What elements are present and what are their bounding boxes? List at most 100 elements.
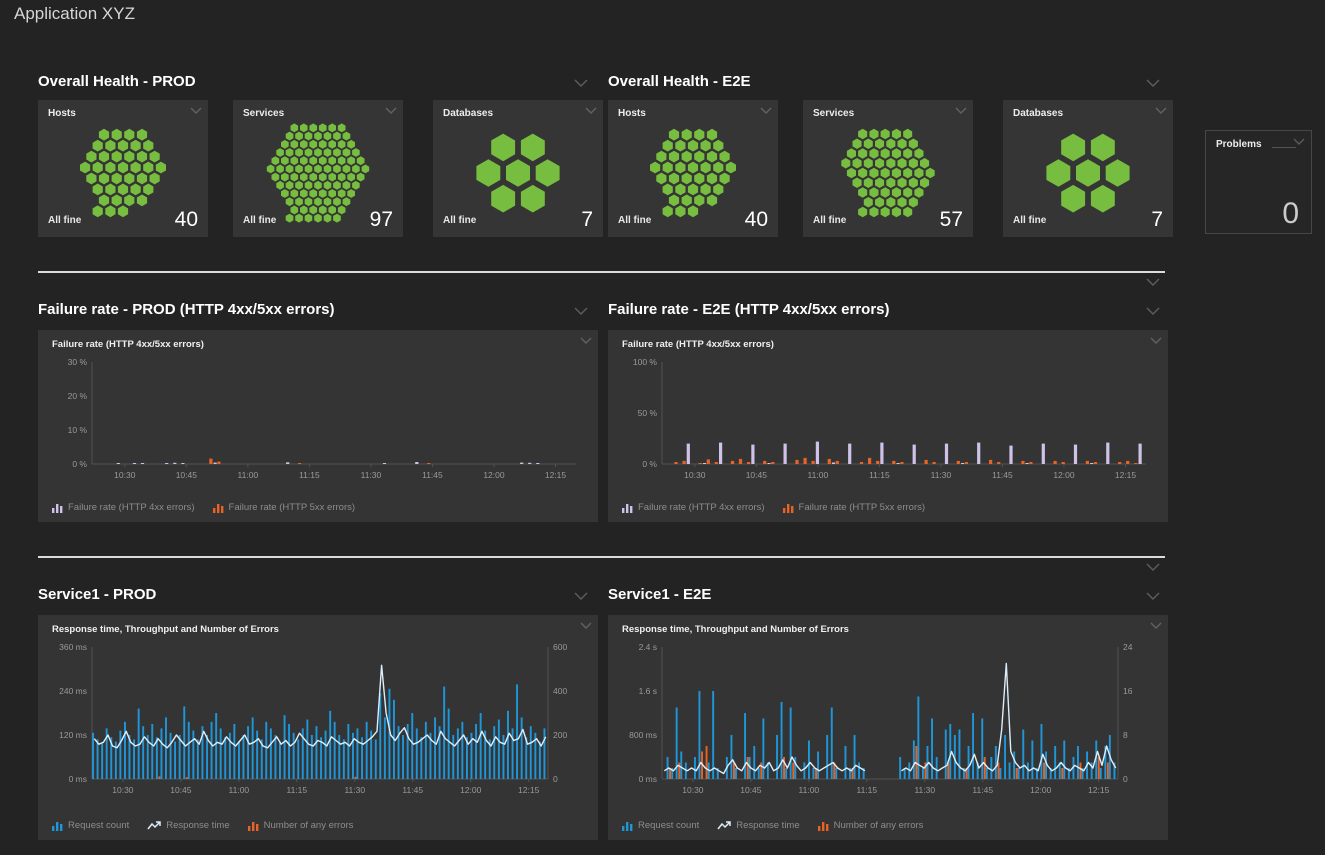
chevron-down-icon[interactable] xyxy=(1146,592,1160,600)
svg-text:600: 600 xyxy=(553,642,567,652)
dashboard: { "page": {"title": "Application XYZ"}, … xyxy=(0,0,1325,855)
legend-label: Request count xyxy=(638,820,699,831)
bar-chart-icon xyxy=(248,821,259,831)
svg-text:10:45: 10:45 xyxy=(176,470,198,480)
chevron-down-icon[interactable] xyxy=(580,337,592,344)
health-tile-hosts-prod[interactable]: Hosts All fine 40 xyxy=(38,100,208,237)
problems-tile[interactable]: Problems 0 xyxy=(1205,130,1312,234)
chevron-down-icon[interactable] xyxy=(1146,563,1160,571)
svg-text:12:00: 12:00 xyxy=(483,470,505,480)
svg-text:12:15: 12:15 xyxy=(1115,470,1137,480)
legend-label: Failure rate (HTTP 5xx errors) xyxy=(799,502,926,513)
line-chart-icon xyxy=(147,821,161,831)
chevron-down-icon[interactable] xyxy=(385,107,397,114)
status-badge: All fine xyxy=(443,215,476,226)
bar-chart-icon xyxy=(783,503,794,513)
svg-text:1.6 s: 1.6 s xyxy=(639,686,657,696)
svg-text:11:00: 11:00 xyxy=(799,785,820,795)
legend-item[interactable]: Response time xyxy=(717,820,799,831)
chevron-down-icon[interactable] xyxy=(1146,307,1160,315)
chart-legend: Request count Response time Number of any … xyxy=(52,820,353,831)
svg-text:10:45: 10:45 xyxy=(746,470,768,480)
chevron-down-icon[interactable] xyxy=(580,622,592,629)
chevron-down-icon[interactable] xyxy=(1150,622,1162,629)
bar-chart-icon xyxy=(622,503,633,513)
chart-tile-service1-e2e[interactable]: Response time, Throughput and Number of … xyxy=(608,615,1168,840)
svg-text:11:45: 11:45 xyxy=(992,470,1013,480)
section-title-health-prod: Overall Health - PROD xyxy=(38,73,196,90)
legend-item[interactable]: Failure rate (HTTP 4xx errors) xyxy=(52,502,195,513)
svg-text:0 ms: 0 ms xyxy=(639,774,657,784)
legend-item[interactable]: Response time xyxy=(147,820,229,831)
chevron-down-icon[interactable] xyxy=(1150,337,1162,344)
legend-item[interactable]: Request count xyxy=(622,820,699,831)
chart-legend: Request count Response time Number of any … xyxy=(622,820,923,831)
svg-text:400: 400 xyxy=(553,686,567,696)
svg-text:200: 200 xyxy=(553,730,567,740)
chevron-down-icon[interactable] xyxy=(574,592,588,600)
chevron-down-icon[interactable] xyxy=(1146,278,1160,286)
legend-label: Number of any errors xyxy=(264,820,354,831)
svg-text:10:45: 10:45 xyxy=(170,785,192,795)
legend-item[interactable]: Number of any errors xyxy=(818,820,924,831)
chevron-down-icon[interactable] xyxy=(1155,107,1167,114)
svg-text:10:30: 10:30 xyxy=(112,785,134,795)
svg-text:24: 24 xyxy=(1123,642,1133,652)
chart-tile-failure-e2e[interactable]: Failure rate (HTTP 4xx/5xx errors) 0 %50… xyxy=(608,330,1168,522)
svg-text:120 ms: 120 ms xyxy=(59,730,87,740)
chevron-down-icon[interactable] xyxy=(585,107,597,114)
chart-tile-service1-prod[interactable]: Response time, Throughput and Number of … xyxy=(38,615,598,840)
chevron-down-icon[interactable] xyxy=(574,79,588,87)
health-tile-services-e2e[interactable]: Services All fine 57 xyxy=(803,100,973,237)
svg-text:240 ms: 240 ms xyxy=(59,686,87,696)
status-badge: All fine xyxy=(813,215,846,226)
chart-tile-failure-prod[interactable]: Failure rate (HTTP 4xx/5xx errors) 0 %10… xyxy=(38,330,598,522)
chart-plot: 0 ms800 ms1.6 s2.4 s08162410:3010:4511:0… xyxy=(616,639,1160,820)
health-tile-services-prod[interactable]: Services All fine 97 xyxy=(233,100,403,237)
entity-count: 7 xyxy=(1151,208,1163,232)
chevron-down-icon[interactable] xyxy=(190,107,202,114)
svg-text:50 %: 50 % xyxy=(638,408,658,418)
status-badge: All fine xyxy=(1013,215,1046,226)
page-title: Application XYZ xyxy=(14,4,135,24)
legend-item[interactable]: Failure rate (HTTP 5xx errors) xyxy=(213,502,356,513)
chevron-down-icon[interactable] xyxy=(1293,138,1305,145)
section-divider xyxy=(38,556,1165,558)
svg-text:12:15: 12:15 xyxy=(518,785,540,795)
section-title-failure-e2e: Failure rate - E2E (HTTP 4xx/5xx errors) xyxy=(608,301,890,318)
svg-text:11:45: 11:45 xyxy=(422,470,443,480)
chevron-down-icon[interactable] xyxy=(955,107,967,114)
chart-canvas: 0 ms120 ms240 ms360 ms020040060010:3010:… xyxy=(46,639,590,815)
legend-item[interactable]: Failure rate (HTTP 4xx errors) xyxy=(622,502,765,513)
tile-title: Services xyxy=(243,108,284,119)
health-tile-databases-e2e[interactable]: Databases All fine 7 xyxy=(1003,100,1173,237)
svg-text:8: 8 xyxy=(1123,730,1128,740)
svg-text:11:30: 11:30 xyxy=(344,785,365,795)
svg-text:11:15: 11:15 xyxy=(856,785,877,795)
svg-text:12:00: 12:00 xyxy=(460,785,482,795)
health-tile-databases-prod[interactable]: Databases All fine 7 xyxy=(433,100,603,237)
svg-text:30 %: 30 % xyxy=(68,357,88,367)
chart-plot: 0 %50 %100 %10:3010:4511:0011:1511:3011:… xyxy=(616,354,1160,505)
legend-item[interactable]: Number of any errors xyxy=(248,820,354,831)
legend-item[interactable]: Request count xyxy=(52,820,129,831)
chevron-down-icon[interactable] xyxy=(760,107,772,114)
svg-text:10:30: 10:30 xyxy=(114,470,136,480)
svg-text:360 ms: 360 ms xyxy=(59,642,87,652)
svg-text:10:30: 10:30 xyxy=(682,785,704,795)
chevron-down-icon[interactable] xyxy=(1146,79,1160,87)
entity-count: 40 xyxy=(745,208,768,232)
chevron-down-icon[interactable] xyxy=(574,307,588,315)
svg-text:20 %: 20 % xyxy=(68,391,88,401)
section-title-health-e2e: Overall Health - E2E xyxy=(608,73,751,90)
svg-text:800 ms: 800 ms xyxy=(629,730,657,740)
tile-title: Databases xyxy=(443,108,493,119)
chart-title: Response time, Throughput and Number of … xyxy=(52,624,279,635)
health-tile-hosts-e2e[interactable]: Hosts All fine 40 xyxy=(608,100,778,237)
legend-item[interactable]: Failure rate (HTTP 5xx errors) xyxy=(783,502,926,513)
tile-title: Hosts xyxy=(618,108,646,119)
bar-chart-icon xyxy=(52,503,63,513)
legend-label: Failure rate (HTTP 4xx errors) xyxy=(638,502,765,513)
svg-text:0 %: 0 % xyxy=(642,459,657,469)
status-badge: All fine xyxy=(48,215,81,226)
